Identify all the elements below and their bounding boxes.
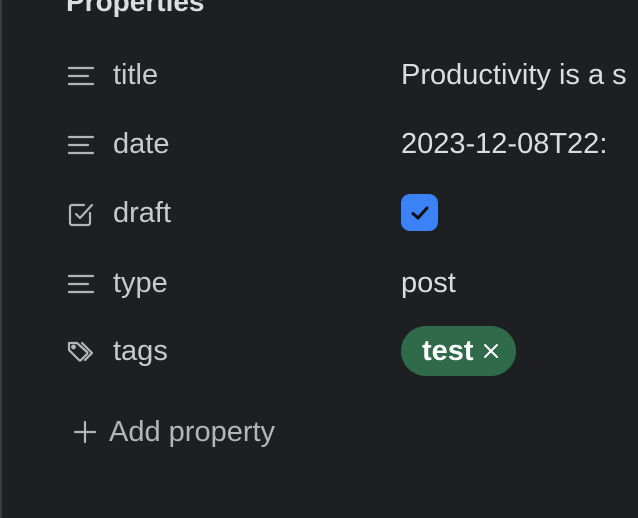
property-value[interactable]: post bbox=[401, 267, 456, 300]
properties-heading: Properties bbox=[66, 0, 205, 17]
text-lines-icon bbox=[66, 61, 96, 91]
draft-checkbox[interactable] bbox=[401, 194, 438, 231]
property-value[interactable]: Productivity is a s bbox=[401, 59, 627, 92]
property-row-type[interactable]: type post bbox=[0, 258, 638, 308]
property-value[interactable]: 2023-12-08T22: bbox=[401, 128, 607, 161]
property-key[interactable]: type bbox=[113, 267, 168, 300]
text-lines-icon bbox=[66, 269, 96, 299]
tag-pill[interactable]: test bbox=[401, 326, 516, 376]
checkbox-icon bbox=[66, 199, 96, 229]
property-row-date[interactable]: date 2023-12-08T22: bbox=[0, 119, 638, 169]
tag-label: test bbox=[422, 334, 474, 367]
checkmark-icon bbox=[411, 206, 428, 219]
property-key[interactable]: date bbox=[113, 128, 169, 161]
property-key[interactable]: title bbox=[113, 59, 158, 92]
close-icon[interactable] bbox=[480, 340, 502, 362]
tags-icon bbox=[66, 337, 96, 367]
property-key[interactable]: draft bbox=[113, 197, 171, 230]
text-lines-icon bbox=[66, 130, 96, 160]
property-key[interactable]: tags bbox=[113, 335, 168, 368]
property-row-draft[interactable]: draft bbox=[0, 188, 638, 238]
property-row-title[interactable]: title Productivity is a s bbox=[0, 50, 638, 100]
add-property-button[interactable]: Add property bbox=[70, 410, 275, 454]
plus-icon bbox=[70, 417, 100, 447]
add-property-label: Add property bbox=[109, 415, 276, 448]
property-row-tags[interactable]: tags test bbox=[0, 326, 638, 376]
